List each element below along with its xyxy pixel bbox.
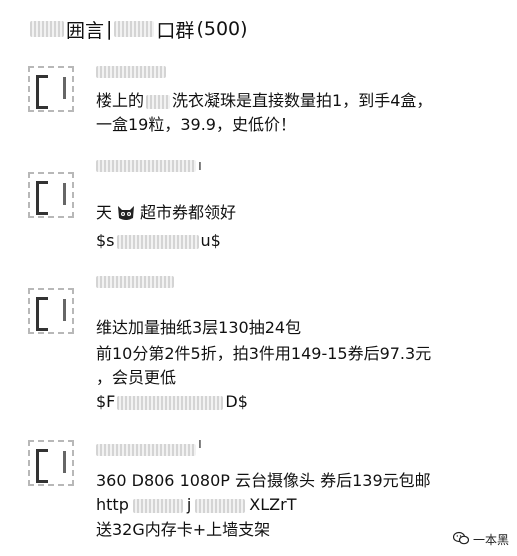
member-count: (500) (196, 18, 248, 40)
sender-name-redacted (96, 444, 196, 456)
message-text: 前10分第2件5折，拍3件用149-15券后97.3元 (96, 344, 432, 363)
redacted-text (195, 498, 246, 513)
message-text: 一盒19粒，39.9，史低价！ (96, 115, 296, 134)
message-text: 维达加量抽纸3层130抽24包 (96, 318, 302, 337)
chat-header: 囲言 | 口群 (500) (30, 14, 248, 44)
watermark: 一本黑 (452, 531, 509, 548)
message-text: 360 D806 1080P 云台摄像头 券后139元包邮 (96, 471, 431, 490)
message-text: ，会员更低 (96, 368, 177, 387)
avatar[interactable] (28, 288, 74, 334)
sender-mark: ı (198, 158, 202, 174)
message-text: 送32G内存卡+上墙支架 (96, 520, 271, 539)
redacted-text (117, 395, 224, 410)
watermark-text: 一本黑 (472, 533, 509, 547)
group-name-separator: | (106, 18, 113, 40)
redacted-text (116, 234, 199, 249)
message-text: $s u$ (96, 231, 221, 250)
wechat-icon (452, 531, 470, 548)
sender-name-redacted (96, 66, 166, 78)
sender-mark: ı (198, 436, 202, 452)
message-text: 天超市券都领好 (96, 202, 237, 222)
avatar[interactable] (28, 440, 74, 486)
avatar[interactable] (28, 66, 74, 112)
redacted-text (146, 94, 171, 109)
sender-name-redacted (96, 160, 196, 172)
message-text: $F D$ (96, 392, 248, 411)
message-text: http j XLZrT (96, 495, 297, 514)
group-name-part-2: 口群 (156, 19, 195, 42)
cat-face-icon (116, 202, 136, 222)
redacted-text (132, 498, 183, 513)
group-name-part-1: 囲言 (66, 19, 105, 42)
redacted-text (30, 21, 64, 37)
message-text: 楼上的 洗衣凝珠是直接数量拍1，到手4盒， (96, 91, 433, 110)
sender-name-redacted (96, 276, 174, 288)
redacted-text (114, 21, 155, 37)
avatar[interactable] (28, 172, 74, 218)
